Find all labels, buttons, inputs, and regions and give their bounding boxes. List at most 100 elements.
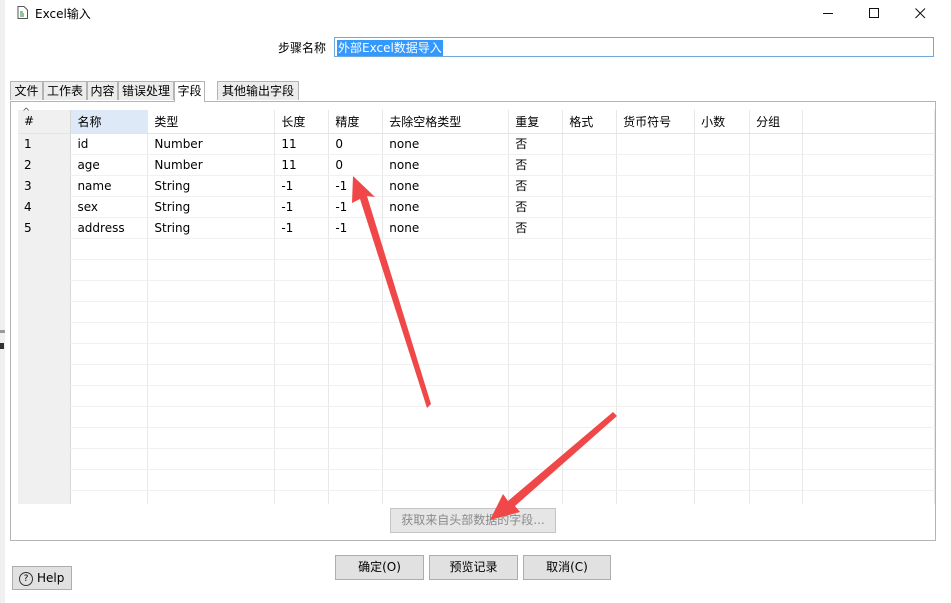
cell-trim-type[interactable]: none (382, 217, 510, 239)
cell-length[interactable]: -1 (274, 217, 330, 239)
cell-filler (802, 133, 935, 155)
cell-repeat[interactable]: 否 (508, 175, 564, 197)
cell-type[interactable]: String (147, 217, 276, 239)
cell-currency[interactable] (616, 154, 696, 176)
cell-precision[interactable]: -1 (328, 175, 384, 197)
cell-repeat[interactable]: 否 (508, 217, 564, 239)
cell-name[interactable]: age (70, 154, 149, 176)
cell-decimal[interactable] (694, 175, 751, 197)
step-name-input[interactable]: 外部Excel数据导入 (334, 37, 934, 57)
excel-input-dialog: Excel输入 步骤名称 外部Excel数据导入 文件 工作表 内容 错误处理 … (0, 0, 951, 603)
cell-decimal[interactable] (694, 217, 751, 239)
cell-precision[interactable]: 0 (328, 154, 384, 176)
cancel-button[interactable]: 取消(C) (523, 555, 611, 580)
empty-row (18, 427, 935, 449)
cell-length[interactable]: 11 (274, 133, 330, 155)
cell-format[interactable] (562, 196, 618, 218)
help-button[interactable]: ? Help (12, 566, 72, 590)
cell-length[interactable]: 11 (274, 154, 330, 176)
cell-filler (802, 154, 935, 176)
ok-button[interactable]: 确定(O) (335, 555, 424, 580)
column-header-trim-type[interactable]: 去除空格类型 (382, 110, 510, 134)
cell-name[interactable]: address (70, 217, 149, 239)
fields-table: # 名称 类型 长度 精度 去除空格类型 重复 格式 货币符号 小数 分组 1 (18, 110, 935, 504)
cell-format[interactable] (562, 175, 618, 197)
cell-group[interactable] (749, 133, 804, 155)
empty-row (18, 469, 935, 491)
empty-row (18, 238, 935, 260)
cell-currency[interactable] (616, 175, 696, 197)
cell-currency[interactable] (616, 217, 696, 239)
cell-type[interactable]: Number (147, 133, 276, 155)
table-row[interactable]: 1 id Number 11 0 none 否 (18, 133, 935, 155)
table-row[interactable]: 4 sex String -1 -1 none 否 (18, 196, 935, 218)
preview-records-button[interactable]: 预览记录 (429, 555, 518, 580)
tab-content[interactable]: 内容 (87, 81, 118, 100)
cell-type[interactable]: Number (147, 154, 276, 176)
column-header-type[interactable]: 类型 (147, 110, 276, 134)
empty-row (18, 301, 935, 323)
cell-trim-type[interactable]: none (382, 175, 510, 197)
table-row[interactable]: 2 age Number 11 0 none 否 (18, 154, 935, 176)
maximize-button[interactable] (851, 0, 897, 26)
get-fields-from-header-button[interactable]: 获取来自头部数据的字段... (390, 508, 556, 533)
cell-length[interactable]: -1 (274, 196, 330, 218)
window-title: Excel输入 (35, 7, 91, 21)
close-button[interactable] (897, 0, 943, 26)
cell-repeat[interactable]: 否 (508, 133, 564, 155)
cell-type[interactable]: String (147, 175, 276, 197)
background-window-edge (0, 0, 5, 603)
cell-precision[interactable]: 0 (328, 133, 384, 155)
cell-trim-type[interactable]: none (382, 154, 510, 176)
cell-precision[interactable]: -1 (328, 196, 384, 218)
pdi-file-icon (17, 6, 28, 19)
column-header-precision[interactable]: 精度 (328, 110, 384, 134)
cell-trim-type[interactable]: none (382, 196, 510, 218)
cell-length[interactable]: -1 (274, 175, 330, 197)
cell-repeat[interactable]: 否 (508, 154, 564, 176)
cell-format[interactable] (562, 217, 618, 239)
column-header-currency[interactable]: 货币符号 (616, 110, 696, 134)
background-divider (0, 330, 5, 333)
cell-group[interactable] (749, 175, 804, 197)
tab-file[interactable]: 文件 (10, 81, 43, 100)
cell-type[interactable]: String (147, 196, 276, 218)
cell-name[interactable]: name (70, 175, 149, 197)
minimize-icon (822, 12, 833, 14)
cell-name[interactable]: sex (70, 196, 149, 218)
close-icon (914, 7, 925, 18)
cell-format[interactable] (562, 133, 618, 155)
empty-row (18, 364, 935, 386)
cell-format[interactable] (562, 154, 618, 176)
help-icon: ? (19, 571, 33, 586)
tab-other-output-fields[interactable]: 其他输出字段 (217, 81, 299, 100)
cell-group[interactable] (749, 154, 804, 176)
cell-repeat[interactable]: 否 (508, 196, 564, 218)
cell-precision[interactable]: -1 (328, 217, 384, 239)
column-header-decimal[interactable]: 小数 (694, 110, 751, 134)
column-header-format[interactable]: 格式 (562, 110, 618, 134)
column-header-repeat[interactable]: 重复 (508, 110, 564, 134)
tab-fields[interactable]: 字段 (174, 81, 205, 102)
tab-sheet[interactable]: 工作表 (43, 81, 87, 100)
row-index: 1 (18, 133, 72, 155)
tab-error-handling[interactable]: 错误处理 (118, 81, 174, 100)
cell-decimal[interactable] (694, 196, 751, 218)
cell-decimal[interactable] (694, 154, 751, 176)
cell-group[interactable] (749, 196, 804, 218)
column-header-group[interactable]: 分组 (749, 110, 804, 134)
cell-filler (802, 196, 935, 218)
cell-name[interactable]: id (70, 133, 149, 155)
column-header-length[interactable]: 长度 (274, 110, 330, 134)
cell-group[interactable] (749, 217, 804, 239)
cell-decimal[interactable] (694, 133, 751, 155)
cell-currency[interactable] (616, 196, 696, 218)
row-index: 2 (18, 154, 72, 176)
cell-trim-type[interactable]: none (382, 133, 510, 155)
table-row[interactable]: 3 name String -1 -1 none 否 (18, 175, 935, 197)
column-header-name[interactable]: 名称 (70, 110, 149, 134)
cell-currency[interactable] (616, 133, 696, 155)
minimize-button[interactable] (805, 0, 851, 26)
empty-row (18, 448, 935, 470)
table-row[interactable]: 5 address String -1 -1 none 否 (18, 217, 935, 239)
